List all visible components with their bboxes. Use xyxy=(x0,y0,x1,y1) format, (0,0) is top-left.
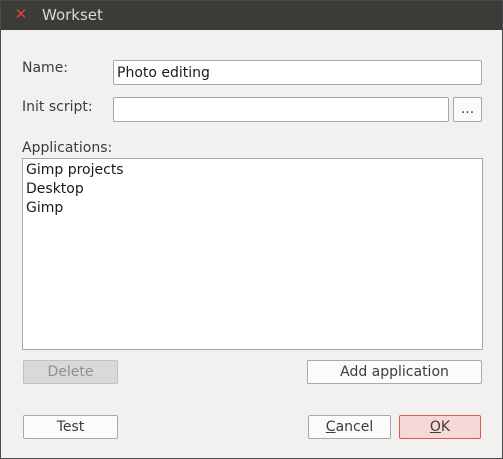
add-application-button[interactable]: Add application xyxy=(307,360,482,384)
name-field[interactable] xyxy=(113,60,482,85)
window-title: Workset xyxy=(42,6,103,24)
ok-button[interactable]: OK xyxy=(399,415,481,439)
title-bar[interactable]: ✕ Workset xyxy=(1,1,502,30)
test-button[interactable]: Test xyxy=(23,415,118,439)
init-script-label: Init script: xyxy=(22,99,93,115)
applications-list[interactable]: Gimp projects Desktop Gimp xyxy=(22,158,483,350)
ok-mnemonic: O xyxy=(429,419,441,435)
close-icon[interactable]: ✕ xyxy=(13,6,29,22)
delete-button[interactable]: Delete xyxy=(23,360,118,384)
workset-dialog: ✕ Workset Name: Init script: ... Applica… xyxy=(0,0,503,459)
cancel-label-rest: ancel xyxy=(335,419,374,435)
applications-label: Applications: xyxy=(22,140,113,156)
list-item[interactable]: Gimp xyxy=(23,199,482,218)
cancel-mnemonic: C xyxy=(325,419,336,435)
name-label: Name: xyxy=(22,60,69,76)
init-script-field[interactable] xyxy=(113,97,449,122)
list-item[interactable]: Gimp projects xyxy=(23,161,482,180)
cancel-button[interactable]: Cancel xyxy=(308,415,391,439)
browse-button[interactable]: ... xyxy=(453,97,482,122)
ok-label-rest: K xyxy=(440,419,451,435)
list-item[interactable]: Desktop xyxy=(23,180,482,199)
